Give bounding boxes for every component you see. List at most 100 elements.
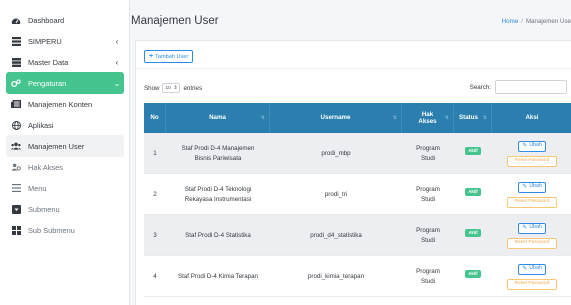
globe-icon — [11, 120, 21, 130]
main-content: Manajemen User Home / Manajemen Use + Tamb… — [131, 0, 571, 305]
users-cog-icon — [11, 162, 21, 172]
cell-status: Aktif — [454, 215, 492, 256]
entries-select[interactable]: 10 ⇕ — [162, 83, 181, 93]
status-badge: Aktif — [465, 147, 481, 156]
sidebar-item-simperu[interactable]: SIMPERU ‹ — [6, 30, 124, 52]
sidebar-item-label: Submenu — [28, 204, 60, 214]
column-header-label: Hak Akses — [418, 110, 437, 125]
column-header-label: No — [150, 114, 159, 122]
sidebar-item-pengaturan[interactable]: Pengaturan ⌄ — [6, 72, 124, 94]
plus-icon: + — [149, 53, 154, 60]
column-header-no[interactable]: No — [144, 103, 166, 133]
caret-square-icon — [11, 204, 21, 214]
chevron-down-icon: ⌄ — [113, 78, 121, 88]
sidebar-item-label: Manajemen Konten — [28, 99, 93, 109]
table-row: 4 Staf Prodi D-4 Kimia Terapan prodi_kim… — [144, 256, 571, 297]
column-header-label: Status — [459, 114, 478, 122]
column-header-status[interactable]: Status ⇅ — [454, 103, 492, 133]
search-label: Search: — [469, 83, 491, 91]
column-header-username[interactable]: Username ⇅ — [270, 103, 402, 133]
sort-icon: ⇅ — [392, 115, 397, 121]
entries-label: entries — [183, 84, 203, 92]
cell-no: 1 — [153, 149, 157, 157]
cell-aksi: ✎ Ubah Reset Password — [492, 174, 571, 215]
column-header-label: Nama — [209, 114, 226, 122]
edit-label: Ubah — [529, 224, 542, 231]
reset-password-button[interactable]: Reset Password — [507, 237, 557, 249]
sidebar-item-dashboard[interactable]: Dashboard — [6, 9, 124, 31]
cell-no: 2 — [153, 190, 157, 198]
tachometer-icon — [11, 15, 21, 25]
breadcrumb-current: Manajemen Use — [525, 18, 571, 25]
sidebar-item-label: Master Data — [28, 57, 69, 67]
list-icon — [11, 36, 21, 46]
edit-label: Ubah — [529, 265, 542, 272]
edit-button[interactable]: ✎ Ubah — [518, 222, 546, 234]
sort-icon: ⇅ — [444, 115, 449, 121]
cell-no: 4 — [153, 272, 157, 280]
column-header-label: Aksi — [525, 114, 539, 122]
sort-icon: ⇅ — [482, 115, 487, 121]
sidebar-item-sub-submenu[interactable]: Sub Submenu — [6, 219, 124, 241]
sidebar-item-submenu[interactable]: Submenu — [6, 198, 124, 220]
server-icon — [11, 57, 21, 67]
reset-password-button[interactable]: Reset Password — [507, 155, 557, 167]
user-card: + Tambah User Show 10 ⇕ entries Search: … — [135, 40, 571, 305]
sidebar-item-hak-akses[interactable]: Hak Akses — [6, 156, 124, 178]
sidebar-item-manajemen-konten[interactable]: Manajemen Konten — [6, 93, 124, 115]
cell-hak-akses: Program Studi — [416, 227, 440, 244]
reset-password-button[interactable]: Reset Password — [507, 196, 557, 208]
cogs-icon — [11, 78, 21, 88]
sidebar-item-manajemen-user[interactable]: Manajemen User — [6, 135, 124, 157]
edit-label: Ubah — [529, 183, 542, 190]
table-row: 3 Staf Prodi D-4 Statistika prodi_d4_sta… — [144, 215, 571, 256]
cell-aksi: ✎ Ubah Reset Password — [492, 215, 571, 256]
th-large-icon — [11, 225, 21, 235]
page-title: Manajemen User — [131, 15, 219, 27]
status-badge: Aktif — [465, 229, 481, 238]
sidebar: Dashboard SIMPERU ‹ Master Data ‹ Pengat… — [0, 0, 130, 305]
breadcrumb-home-link[interactable]: Home — [502, 18, 519, 25]
reset-password-button[interactable]: Reset Password — [507, 278, 557, 290]
show-label: Show — [144, 84, 160, 92]
cell-nama: Staf Prodi D-4 Manajemen Bisnis Pariwisa… — [181, 145, 255, 162]
cell-username: prodi_kimia_terapan — [307, 272, 365, 280]
select-arrows-icon: ⇕ — [173, 85, 178, 91]
bars-icon — [11, 183, 21, 193]
sidebar-item-master-data[interactable]: Master Data ‹ — [6, 51, 124, 73]
column-header-nama[interactable]: Nama ⇅ — [166, 103, 270, 133]
search-input[interactable] — [495, 80, 567, 94]
sidebar-item-aplikasi[interactable]: Aplikasi — [6, 114, 124, 136]
entries-value: 10 — [165, 85, 171, 91]
table-header: No Nama ⇅ Username ⇅ Hak Akses ⇅ Status ⇅ Ak… — [144, 103, 571, 133]
chevron-left-icon: ‹ — [115, 36, 119, 46]
add-user-button[interactable]: + Tambah User — [144, 50, 194, 63]
sidebar-item-label: Manajemen User — [28, 141, 85, 151]
cell-nama: Staf Prodi D-4 Kimia Terapan — [177, 272, 259, 280]
breadcrumb-separator: / — [521, 18, 523, 25]
cell-status: Aktif — [454, 133, 492, 174]
edit-button[interactable]: ✎ Ubah — [518, 263, 546, 275]
edit-icon: ✎ — [522, 265, 528, 272]
search-control: Search: — [470, 80, 567, 94]
column-header-hak-akses[interactable]: Hak Akses ⇅ — [402, 103, 454, 133]
edit-icon: ✎ — [522, 183, 528, 190]
cell-nama: Staf Prodi D-4 Teknologi Rekayasa Instru… — [184, 186, 252, 203]
table-row: 1 Staf Prodi D-4 Manajemen Bisnis Pariwi… — [144, 133, 571, 174]
column-header-aksi: Aksi — [492, 103, 571, 133]
cell-status: Aktif — [454, 256, 492, 297]
cell-aksi: ✎ Ubah Reset Password — [492, 256, 571, 297]
cell-hak-akses: Program Studi — [416, 186, 440, 203]
cell-aksi: ✎ Ubah Reset Password — [492, 133, 571, 174]
edit-button[interactable]: ✎ Ubah — [518, 181, 546, 193]
entries-length-control: Show 10 ⇕ entries — [144, 83, 202, 93]
status-badge: Aktif — [465, 188, 481, 197]
edit-button[interactable]: ✎ Ubah — [518, 140, 546, 152]
users-icon — [11, 141, 21, 151]
sidebar-item-label: Menu — [28, 183, 47, 193]
edit-icon: ✎ — [522, 224, 528, 231]
sidebar-item-label: Sub Submenu — [28, 225, 75, 235]
sidebar-item-label: SIMPERU — [28, 36, 62, 46]
cell-no: 3 — [153, 231, 157, 239]
sidebar-item-menu[interactable]: Menu — [6, 177, 124, 199]
